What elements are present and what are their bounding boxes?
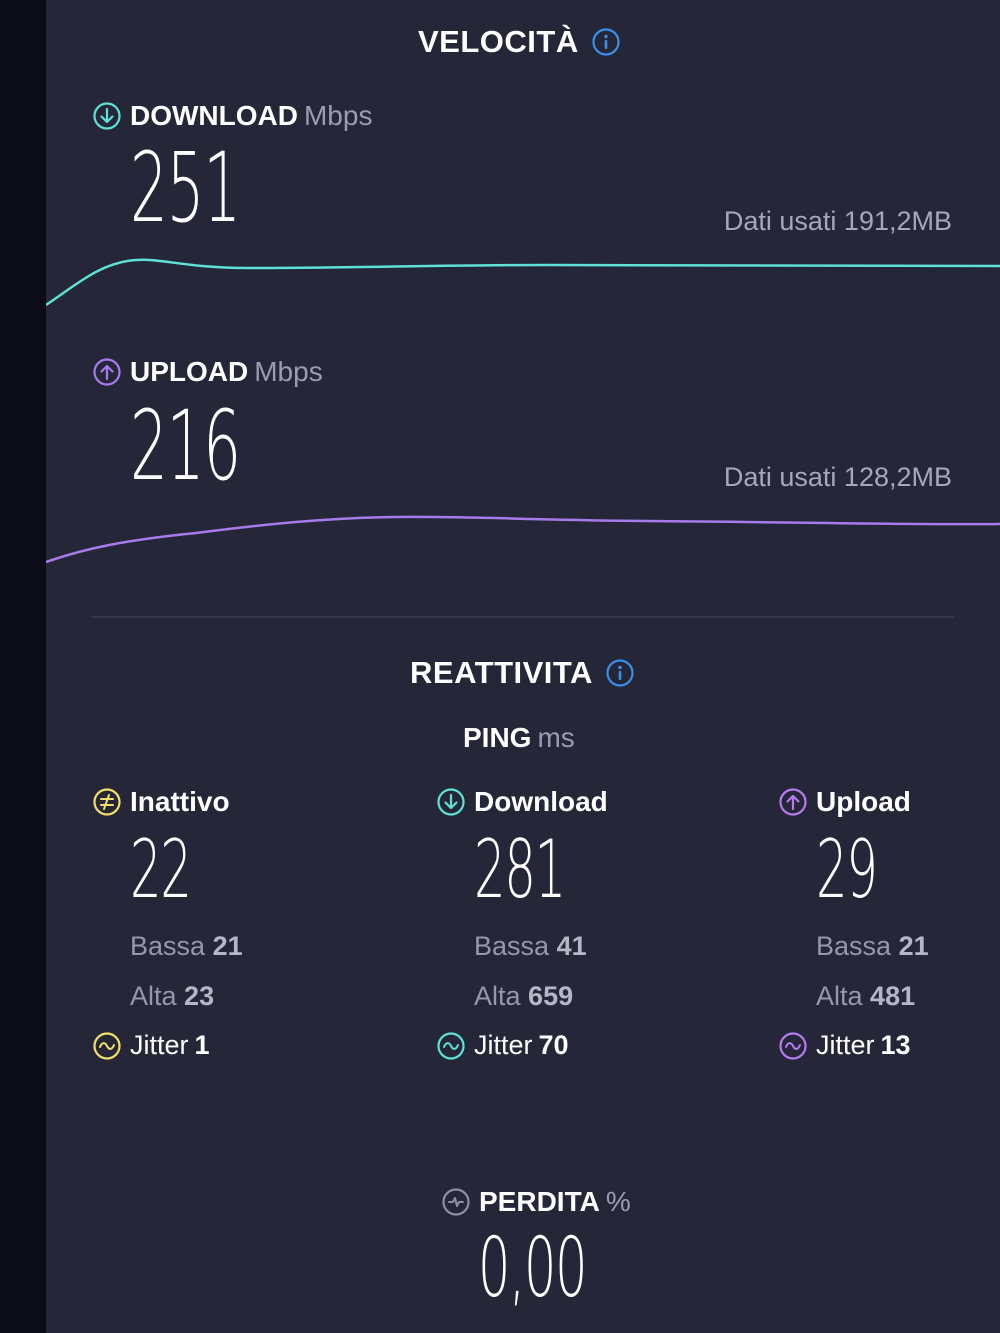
- download-arrow-icon: [93, 102, 121, 130]
- packet-loss-icon: [442, 1188, 470, 1216]
- loss-unit: %: [605, 1186, 631, 1217]
- ping-header: PING ms: [463, 722, 575, 754]
- upload-label: UPLOAD: [130, 356, 249, 387]
- download-speed-graph: [46, 258, 1000, 307]
- download-data-used: Dati usati 191,2MB: [723, 206, 952, 236]
- speed-section-title: VELOCITÀ: [418, 24, 621, 60]
- idle-ping-value: 22: [130, 823, 192, 916]
- ping-label: PING: [463, 722, 532, 753]
- upload-ping-label: Upload: [816, 786, 911, 817]
- loss-header: PERDITA %: [441, 1186, 631, 1218]
- upload-speed-graph: [46, 515, 1000, 564]
- download-unit: Mbps: [303, 100, 373, 131]
- section-divider: [92, 616, 954, 618]
- responsiveness-title-text: REATTIVITA: [410, 655, 593, 690]
- download-low-stat: Bassa 41: [474, 931, 587, 961]
- info-icon[interactable]: [591, 27, 621, 57]
- upload-low-stat: Bassa 21: [816, 931, 929, 961]
- idle-icon: [93, 788, 121, 816]
- idle-jitter: Jitter 1: [92, 1030, 210, 1061]
- upload-speed-header: UPLOAD Mbps: [92, 356, 323, 388]
- upload-data-used: Dati usati 128,2MB: [723, 462, 952, 492]
- jitter-icon: [93, 1031, 121, 1060]
- jitter-icon: [779, 1031, 807, 1060]
- upload-unit: Mbps: [254, 356, 323, 387]
- jitter-icon: [437, 1031, 465, 1060]
- ping-unit: ms: [537, 722, 575, 753]
- upload-speed-value: 216: [130, 390, 241, 502]
- ping-column-download: Download 281 Bassa 41 Alta 659 Jitter 70: [436, 786, 608, 1060]
- idle-header: Inattivo: [92, 786, 230, 818]
- download-high-stat: Alta 659: [474, 981, 574, 1011]
- download-ping-label: Download: [474, 786, 608, 817]
- download-arrow-icon: [437, 788, 465, 816]
- loss-label: PERDITA: [479, 1186, 600, 1217]
- upload-arrow-icon: [93, 358, 121, 386]
- download-speed-value: 251: [130, 132, 241, 244]
- download-speed-header: DOWNLOAD Mbps: [92, 100, 372, 132]
- upload-high-stat: Alta 481: [816, 981, 916, 1011]
- idle-label: Inattivo: [130, 786, 230, 817]
- info-icon[interactable]: [605, 658, 635, 688]
- download-ping-value: 281: [474, 823, 566, 916]
- upload-arrow-icon: [779, 788, 807, 816]
- idle-high-stat: Alta 23: [130, 981, 215, 1011]
- speed-title-text: VELOCITÀ: [418, 24, 579, 59]
- download-ping-header: Download: [436, 786, 608, 818]
- loss-value: 0,00: [478, 1221, 587, 1316]
- ping-column-upload: Upload 29 Bassa 21 Alta 481 Jitter 13: [778, 786, 929, 1060]
- upload-ping-header: Upload: [778, 786, 911, 818]
- download-jitter: Jitter 70: [436, 1030, 569, 1061]
- download-label: DOWNLOAD: [130, 100, 298, 131]
- upload-jitter: Jitter 13: [778, 1030, 911, 1061]
- upload-ping-value: 29: [816, 823, 878, 916]
- idle-low-stat: Bassa 21: [130, 931, 243, 961]
- ping-column-idle: Inattivo 22 Bassa 21 Alta 23 Jitter 1: [92, 786, 243, 1060]
- responsiveness-section-title: REATTIVITA: [410, 655, 635, 691]
